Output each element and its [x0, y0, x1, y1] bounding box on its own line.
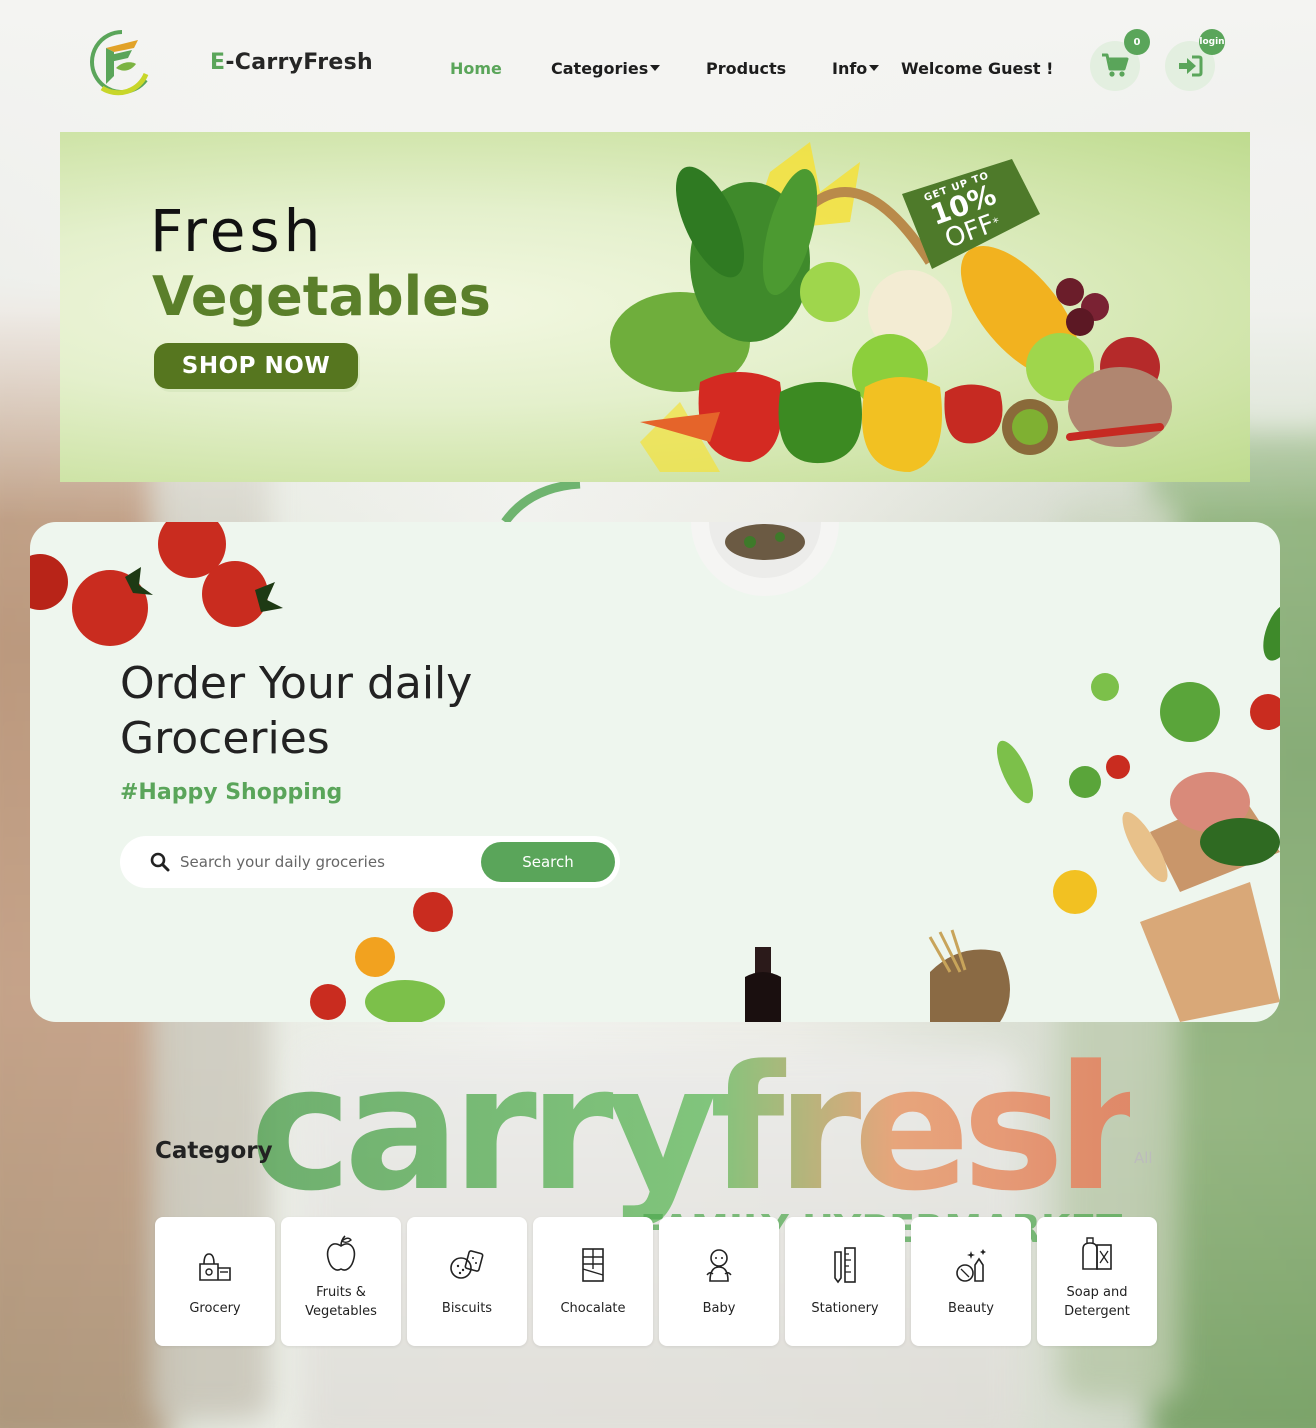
cart-icon	[1102, 53, 1129, 77]
nav-home[interactable]: Home	[450, 59, 502, 78]
category-card-biscuits[interactable]: Biscuits	[407, 1217, 527, 1346]
brand-suffix: -CarryFresh	[225, 50, 373, 75]
category-label: Grocery	[189, 1301, 241, 1316]
promo-badge: GET UP TO 10% OFF*	[892, 154, 1042, 274]
site-header: E-CarryFresh Home Categories Products In…	[0, 0, 1316, 132]
falling-vegetables-left-image	[310, 892, 453, 1022]
nav-products[interactable]: Products	[706, 59, 786, 78]
shop-now-button[interactable]: SHOP NOW	[154, 343, 358, 389]
chocolate-icon	[579, 1245, 607, 1285]
beauty-icon	[953, 1245, 989, 1285]
logo-icon[interactable]	[82, 26, 152, 98]
vegetable-basket-image	[610, 142, 1172, 472]
nav-info-label: Info	[832, 59, 868, 78]
nav-categories-label: Categories	[551, 59, 649, 78]
search-hero-section: Order Your daily Groceries #Happy Shoppi…	[30, 522, 1280, 1022]
category-all-link[interactable]: All	[1134, 1149, 1153, 1167]
search-input[interactable]	[180, 853, 470, 871]
nav-categories[interactable]: Categories	[551, 59, 661, 78]
apple-icon	[324, 1234, 358, 1274]
category-card-stationery[interactable]: Stationery	[785, 1217, 905, 1346]
category-card-chocolate[interactable]: Chocalate	[533, 1217, 653, 1346]
cart-count-badge: 0	[1124, 29, 1150, 55]
category-card-grocery[interactable]: Grocery	[155, 1217, 275, 1346]
baby-icon	[704, 1245, 734, 1285]
sign-in-icon	[1179, 55, 1203, 77]
category-card-fruits-vegetables[interactable]: Fruits & Vegetables	[281, 1217, 401, 1346]
welcome-text: Welcome Guest !	[901, 59, 1054, 78]
grocery-bag-image	[928, 603, 1280, 1022]
category-heading: Category	[155, 1138, 273, 1164]
search-button[interactable]: Search	[481, 842, 615, 882]
search-bar: Search	[120, 836, 620, 888]
caret-down-icon	[650, 65, 661, 71]
nav-info[interactable]: Info	[832, 59, 880, 78]
category-label: Biscuits	[441, 1301, 493, 1316]
tomatoes-image	[30, 522, 283, 646]
category-card-beauty[interactable]: Beauty	[911, 1217, 1031, 1346]
decorative-arc	[501, 482, 581, 522]
login-badge[interactable]: login	[1199, 29, 1225, 55]
category-label: Stationery	[811, 1301, 879, 1316]
category-card-baby[interactable]: Baby	[659, 1217, 779, 1346]
dish-plate-image	[691, 522, 839, 596]
grocery-icon	[196, 1245, 234, 1285]
bottle-image	[745, 947, 781, 1022]
category-label: Soap and Detergent	[1064, 1285, 1130, 1319]
detergent-icon	[1079, 1234, 1115, 1274]
biscuits-icon	[449, 1245, 485, 1285]
brand-name[interactable]: E-CarryFresh	[210, 50, 373, 75]
banner-heading-vegetables: Vegetables	[152, 265, 491, 328]
category-label: Fruits & Vegetables	[305, 1285, 377, 1319]
hero-tagline: #Happy Shopping	[120, 780, 343, 805]
stationery-icon	[831, 1245, 859, 1285]
hero-banner[interactable]: Fresh Vegetables SHOP NOW GET UP TO 10% …	[60, 132, 1250, 482]
carryfresh-watermark-logo: carryfresh FAMILY HYPERMARKET	[250, 1028, 1130, 1250]
search-icon	[150, 852, 170, 872]
watermark-word: carryfresh	[250, 1028, 1130, 1229]
category-list: Grocery Fruits & Vegetables Biscuits Cho…	[155, 1217, 1157, 1346]
brand-prefix: E	[210, 50, 226, 75]
banner-heading-fresh: Fresh	[150, 197, 325, 265]
hero-title: Order Your daily Groceries	[120, 658, 473, 764]
caret-down-icon	[869, 65, 880, 71]
category-label: Chocalate	[560, 1301, 626, 1316]
category-label: Baby	[702, 1301, 736, 1316]
category-card-soap-detergent[interactable]: Soap and Detergent	[1037, 1217, 1157, 1346]
category-label: Beauty	[948, 1301, 994, 1316]
